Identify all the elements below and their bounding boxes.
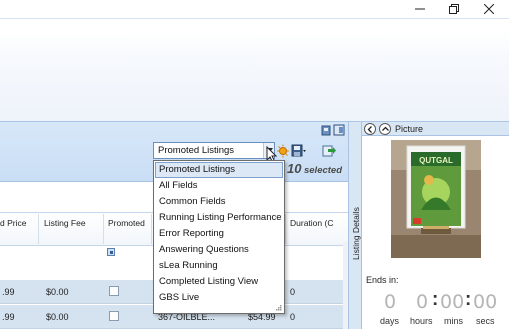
pin-panel-icon[interactable] <box>320 124 332 136</box>
cell-listing-fee: $0.00 <box>46 287 69 297</box>
listing-picture[interactable]: QUTGAL <box>391 140 481 258</box>
dropdown-option-all-fields[interactable]: All Fields <box>155 178 283 194</box>
picture-section-title: Picture <box>395 124 424 134</box>
cell-price: .99 <box>2 287 15 297</box>
column-separator <box>38 214 39 244</box>
minimize-button[interactable] <box>403 0 437 18</box>
selected-label: selected <box>303 165 343 176</box>
promoted-filter-checkbox[interactable] <box>107 248 115 256</box>
column-separator <box>103 214 104 244</box>
listing-details-tab[interactable]: Listing Details <box>351 200 361 260</box>
countdown-hours: 0 <box>416 291 429 313</box>
dropdown-option-completed-listing-view[interactable]: Completed Listing View <box>155 274 283 290</box>
cell-listing-fee: $0.00 <box>46 312 69 322</box>
countdown-mins-label: mins <box>444 316 464 326</box>
export-icon[interactable] <box>322 144 337 158</box>
restore-button[interactable] <box>437 0 471 18</box>
dropdown-option-gbs-live[interactable]: GBS Live <box>155 290 283 306</box>
column-header-listing-fee[interactable]: Listing Fee <box>44 218 86 228</box>
view-selector-value: Promoted Listings <box>158 145 235 156</box>
column-header-promoted[interactable]: Promoted <box>108 218 145 228</box>
ends-in-label: Ends in: <box>366 275 399 285</box>
selected-count-indicator: 10 selected <box>287 161 342 176</box>
dropdown-option-error-reporting[interactable]: Error Reporting <box>155 226 283 242</box>
dropdown-option-common-fields[interactable]: Common Fields <box>155 194 283 210</box>
sun-settings-icon[interactable] <box>277 144 292 158</box>
close-button[interactable] <box>472 0 506 18</box>
detail-panel-header: Picture <box>362 122 509 136</box>
collapse-up-button[interactable] <box>379 123 391 135</box>
minimize-icon <box>415 8 425 10</box>
column-separator <box>151 214 152 244</box>
collapse-left-button[interactable] <box>364 123 376 135</box>
detail-panel: Picture QUTGAL Ends in: 0 0 : 00 : 00 da… <box>362 122 509 329</box>
view-selector-combobox[interactable]: Promoted Listings <box>153 142 275 159</box>
column-header-price[interactable]: d Price <box>0 218 26 228</box>
countdown-secs-label: secs <box>476 316 495 326</box>
restore-icon <box>449 4 459 14</box>
cell-price: .99 <box>2 312 15 322</box>
ribbon <box>0 18 509 122</box>
chevron-up-icon <box>381 126 389 131</box>
countdown-days: 0 <box>384 291 397 313</box>
dropdown-option-answering-questions[interactable]: Answering Questions <box>155 242 283 258</box>
selected-count: 10 <box>287 161 302 176</box>
dock-panel-icon[interactable] <box>333 124 345 136</box>
window-titlebar <box>0 0 509 18</box>
countdown-hours-label: hours <box>410 316 433 326</box>
view-selector-dropdown: Promoted Listings All Fields Common Fiel… <box>153 160 285 314</box>
dropdown-option-promoted-listings[interactable]: Promoted Listings <box>155 162 283 178</box>
promoted-checkbox[interactable] <box>109 311 119 321</box>
promoted-checkbox[interactable] <box>109 286 119 296</box>
resize-grip-icon[interactable] <box>275 304 282 311</box>
cell-duration: 0 <box>290 312 296 322</box>
dropdown-option-running-listing-performance[interactable]: Running Listing Performance <box>155 210 283 226</box>
column-separator <box>285 214 286 244</box>
countdown-colon: : <box>465 289 472 310</box>
countdown-secs: 00 <box>473 291 498 313</box>
column-header-duration[interactable]: Duration (C <box>290 218 333 228</box>
dropdown-option-slea-running[interactable]: sLea Running <box>155 258 283 274</box>
countdown-days-label: days <box>380 316 400 326</box>
countdown-mins: 00 <box>440 291 465 313</box>
close-icon <box>484 4 494 14</box>
svg-text:QUTGAL: QUTGAL <box>419 156 453 165</box>
chevron-left-icon <box>367 125 372 133</box>
countdown-colon: : <box>432 289 439 310</box>
save-layout-icon[interactable] <box>291 144 306 158</box>
cell-duration: 0 <box>290 287 296 297</box>
